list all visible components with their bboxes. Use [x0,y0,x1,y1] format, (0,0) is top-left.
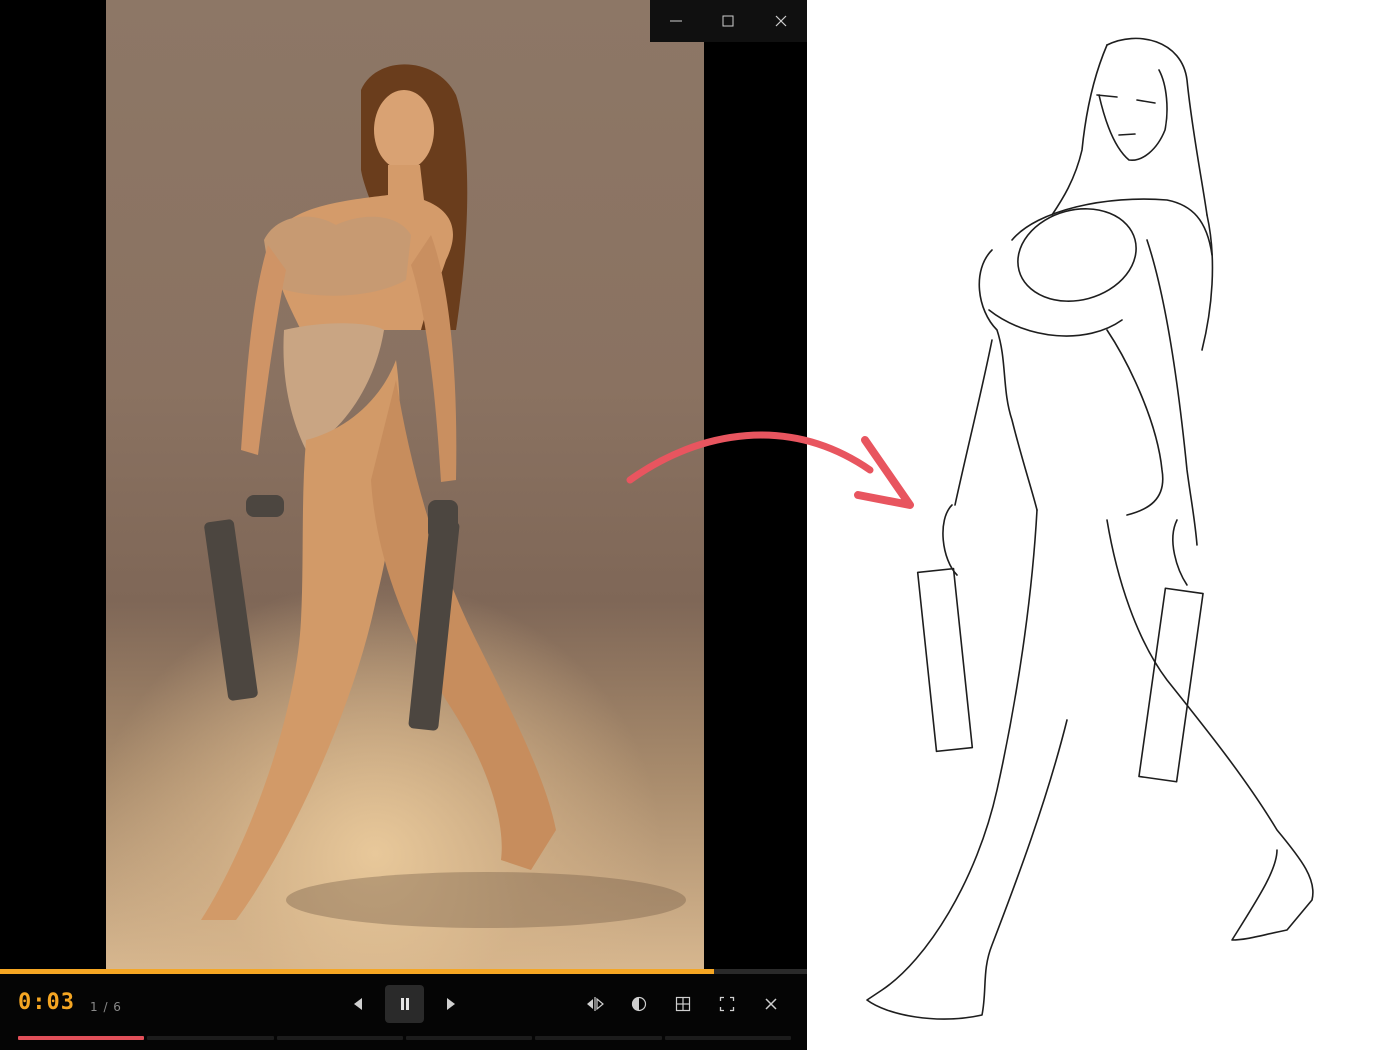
pause-button[interactable] [385,985,424,1023]
close-icon [775,15,787,27]
reference-figure-illustration [201,64,686,928]
close-icon [765,998,777,1010]
session-segment [276,1036,403,1040]
maximize-button[interactable] [702,0,754,42]
minimize-icon [670,20,683,22]
previous-icon [354,998,362,1010]
fullscreen-button[interactable] [713,988,741,1020]
flip-horizontal-icon [587,997,604,1011]
annotation-arrow [626,431,914,509]
image-counter: 1 / 6 [90,1000,122,1014]
pause-icon [400,998,409,1010]
contrast-icon [631,996,647,1012]
session-segments [18,1036,791,1040]
maximize-icon [722,15,734,27]
reference-photo [106,0,704,970]
contrast-button[interactable] [625,988,653,1020]
close-session-button[interactable] [757,988,785,1020]
control-bar: 0:03 1 / 6 [0,974,807,1050]
grid-icon [675,996,691,1012]
fullscreen-icon [719,996,735,1012]
session-segment [664,1036,791,1040]
minimize-button[interactable] [650,0,702,42]
grid-button[interactable] [669,988,697,1020]
timer-display: 0:03 [18,990,75,1015]
flip-button[interactable] [581,988,609,1020]
next-button[interactable] [436,988,466,1020]
session-segment [147,1036,274,1040]
session-segment [405,1036,533,1040]
next-icon [447,998,455,1010]
session-segment [535,1036,662,1040]
session-segment [18,1036,145,1040]
close-window-button[interactable] [755,0,807,42]
window-controls [650,0,807,42]
previous-button[interactable] [343,988,373,1020]
